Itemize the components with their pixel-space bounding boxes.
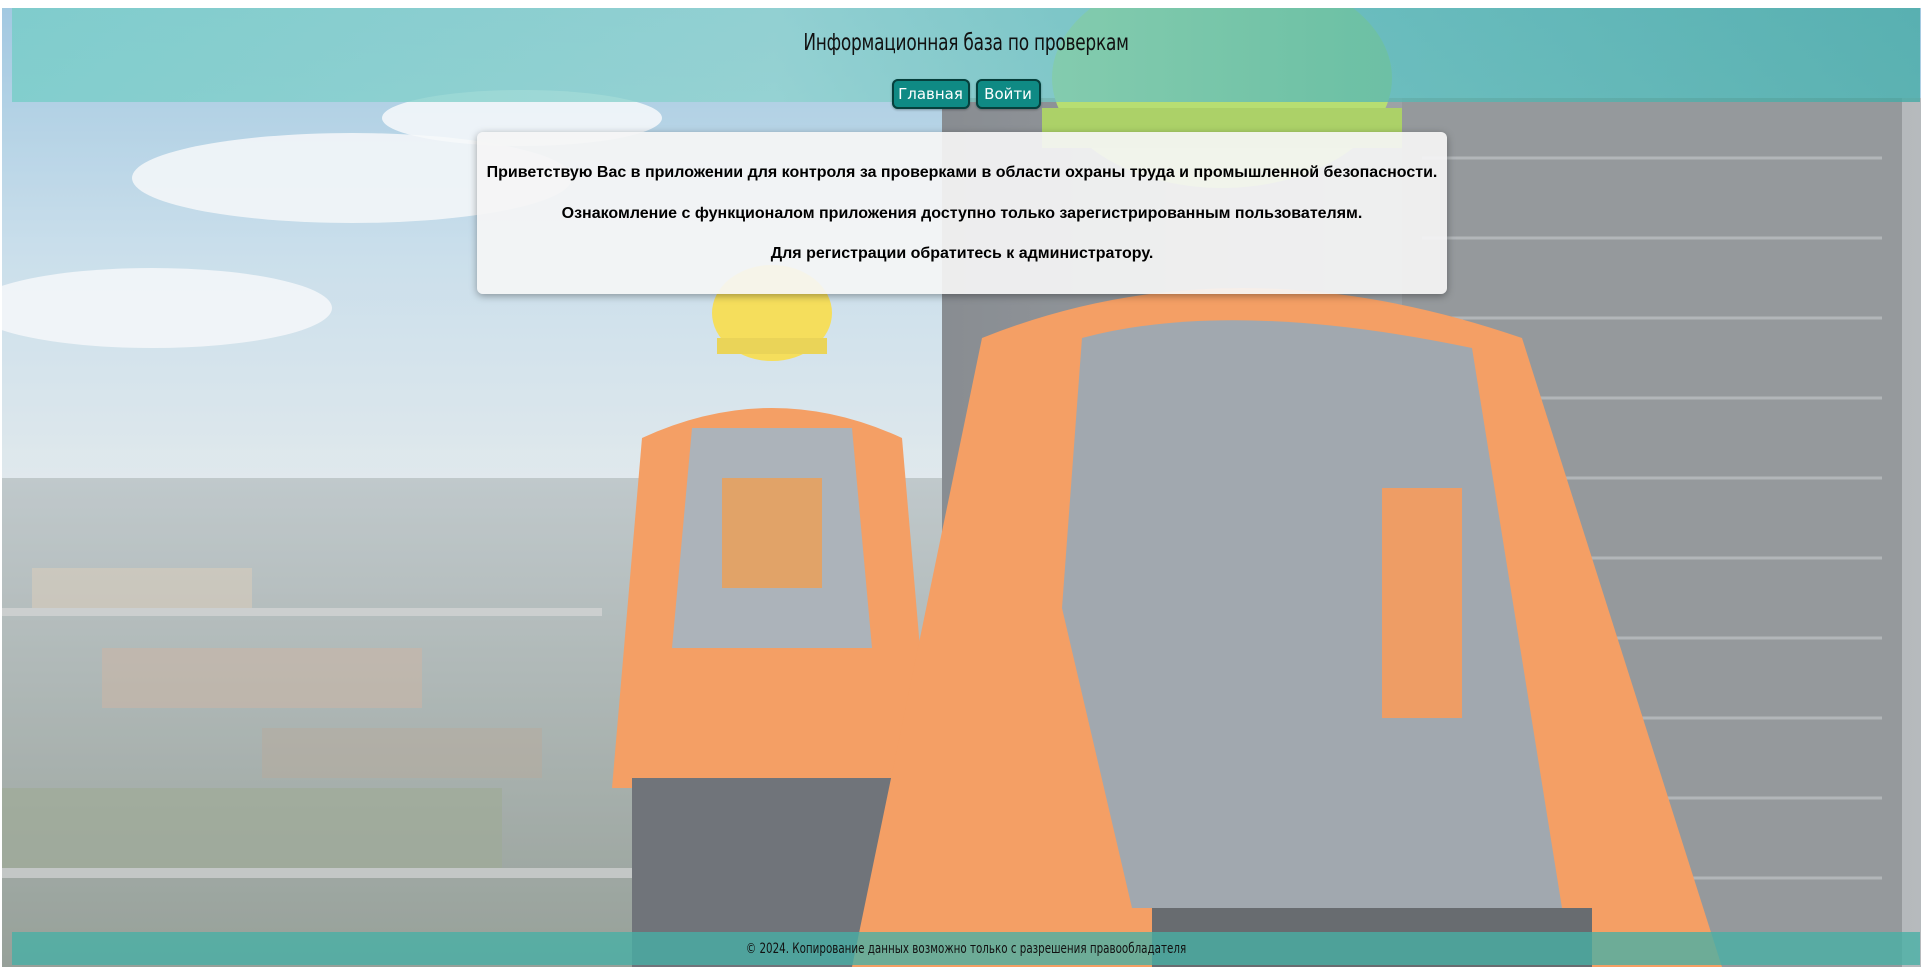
copyright-text: © 2024. Копирование данных возможно толь… — [745, 941, 1187, 957]
welcome-line: Приветствую Вас в приложении для контрол… — [486, 164, 1438, 181]
nav-login-button[interactable]: Войти — [975, 79, 1041, 109]
site-footer: © 2024. Копирование данных возможно толь… — [12, 932, 1920, 965]
site-title: Информационная база по проверкам — [803, 30, 1129, 56]
welcome-card: Приветствую Вас в приложении для контрол… — [477, 132, 1447, 294]
nav-home-button[interactable]: Главная — [891, 79, 970, 109]
welcome-line: Для регистрации обратитесь к администрат… — [770, 245, 1154, 262]
site-header: Информационная база по проверкам Главная… — [12, 8, 1920, 109]
welcome-line: Ознакомление с функционалом приложения д… — [561, 204, 1363, 222]
main-nav: Главная Войти — [12, 79, 1920, 109]
